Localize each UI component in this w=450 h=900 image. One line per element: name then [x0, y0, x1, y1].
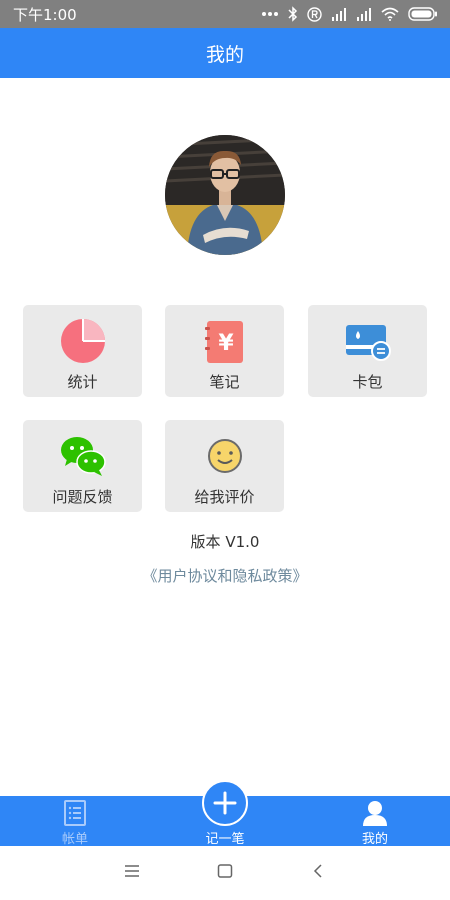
stats-label: 统计	[67, 373, 98, 391]
feedback-label: 问题反馈	[52, 488, 113, 506]
cards-label: 卡包	[352, 373, 383, 391]
feedback-tile[interactable]: 问题反馈	[23, 420, 142, 512]
smiley-icon	[201, 432, 249, 480]
status-time: 下午1:00	[13, 6, 77, 24]
menu-icon[interactable]	[124, 864, 140, 878]
home-icon[interactable]	[217, 864, 233, 878]
wallet-icon	[344, 317, 392, 365]
add-record-button[interactable]: 记一笔	[195, 777, 255, 847]
person-icon	[362, 800, 388, 826]
app-header: 我的	[0, 28, 450, 78]
wechat-icon	[59, 432, 107, 480]
more-dots-icon	[261, 11, 279, 17]
tab-mine-label: 我的	[361, 832, 388, 847]
status-bar: 下午1:00	[0, 0, 450, 28]
tab-bills[interactable]: 帐单	[40, 796, 110, 847]
list-icon	[63, 800, 87, 826]
yuan-glyph: ¥	[218, 331, 234, 356]
battery-icon	[408, 7, 438, 21]
version-text: 版本 V1.0	[190, 533, 260, 551]
wifi-icon	[381, 7, 399, 21]
agreement-link[interactable]: 《用户协议和隐私政策》	[0, 565, 450, 586]
cards-tile[interactable]: 卡包	[308, 305, 427, 397]
page-title: 我的	[205, 43, 244, 66]
add-record-label: 记一笔	[205, 832, 245, 847]
notes-label: 笔记	[209, 373, 240, 391]
tab-bills-label: 帐单	[61, 832, 88, 847]
signal-icon	[356, 7, 372, 21]
rate-tile[interactable]: 给我评价	[165, 420, 284, 512]
stats-tile[interactable]: 统计	[23, 305, 142, 397]
notes-tile[interactable]: ¥ 笔记	[165, 305, 284, 397]
back-icon[interactable]	[312, 864, 324, 878]
status-icons	[261, 5, 438, 23]
add-button-circle[interactable]	[202, 780, 248, 826]
notebook-icon: ¥	[201, 317, 249, 365]
pie-chart-icon	[59, 317, 107, 365]
signal-icon	[331, 7, 347, 21]
system-nav-bar	[0, 846, 450, 900]
avatar[interactable]	[165, 135, 285, 255]
tab-mine[interactable]: 我的	[340, 796, 410, 847]
bluetooth-icon	[288, 6, 298, 22]
rate-label: 给我评价	[194, 488, 255, 506]
registered-icon	[307, 6, 322, 22]
